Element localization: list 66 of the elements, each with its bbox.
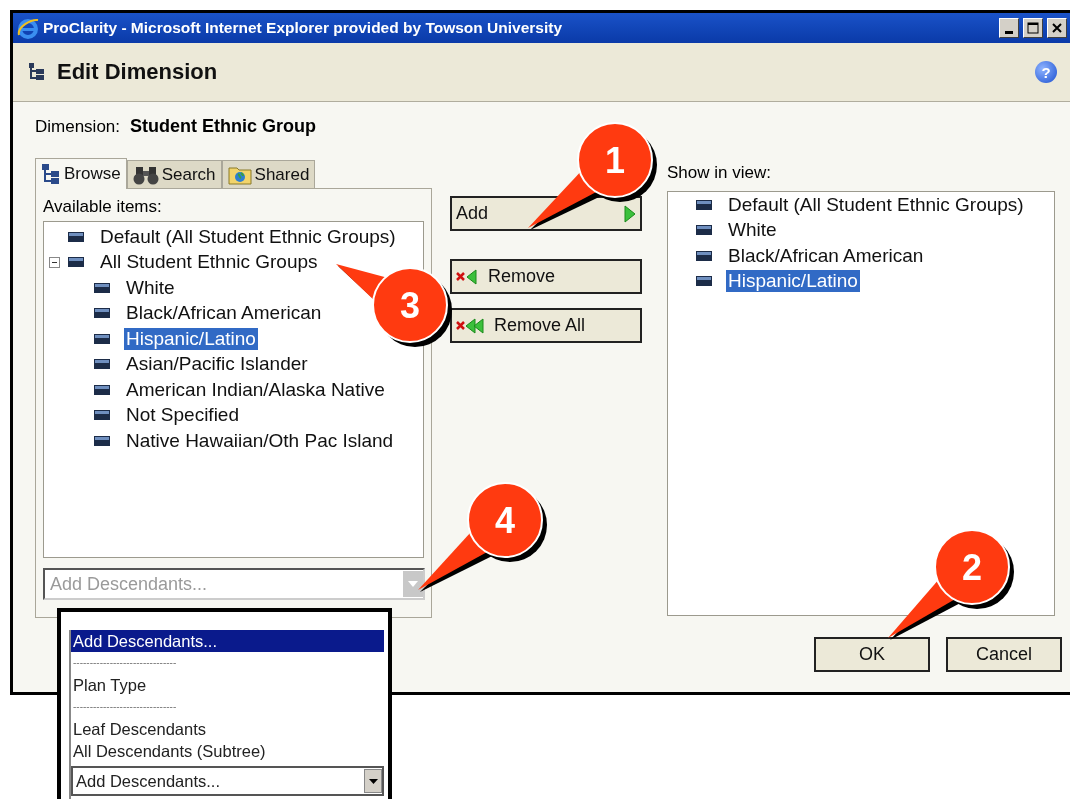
tab[interactable]: Browse — [35, 158, 127, 189]
caret-icon — [408, 581, 418, 587]
member-icon — [68, 231, 84, 242]
list-item[interactable]: Black/African American — [726, 244, 926, 267]
remove-icon — [456, 268, 478, 285]
maximize-button[interactable] — [1023, 18, 1043, 38]
dropdown-option[interactable]: All Descendants (Subtree) — [71, 740, 384, 762]
dimension-name: Student Ethnic Group — [130, 116, 317, 137]
tree-item[interactable]: American Indian/Alaska Native — [124, 378, 387, 401]
member-icon — [94, 333, 110, 344]
tree-item[interactable]: All Student Ethnic Groups — [98, 251, 320, 274]
member-icon — [94, 308, 110, 319]
right-arrow-icon — [624, 204, 636, 223]
window-title: ProClarity - Microsoft Internet Explorer provided by Towson University — [43, 19, 564, 37]
tree-item[interactable]: Black/African American — [124, 302, 324, 325]
dimension-label: Dimension: — [35, 117, 121, 137]
descendants-dropdown[interactable]: Add Descendants... — [71, 766, 384, 796]
close-button[interactable] — [1047, 18, 1067, 38]
tree-item[interactable]: Asian/Pacific Islander — [124, 353, 310, 376]
folder-globe-icon — [227, 164, 252, 185]
available-items-label: Available items: — [43, 197, 163, 218]
hierarchy-icon — [29, 63, 45, 81]
tree-item[interactable]: Native Hawaiian/Oth Pac Island — [124, 429, 396, 452]
list-item[interactable]: Hispanic/Latino — [726, 270, 860, 293]
member-icon — [68, 257, 84, 268]
dialog-title: Edit Dimension — [57, 59, 219, 85]
tab[interactable]: Search — [126, 160, 222, 188]
maximize-icon — [1027, 22, 1039, 34]
tab[interactable]: Shared — [221, 160, 316, 188]
ok-button[interactable]: OK — [814, 637, 930, 672]
minimize-button[interactable] — [999, 18, 1019, 38]
separator-option[interactable]: ------------------------------- — [71, 652, 384, 674]
hierarchy-icon — [41, 163, 61, 185]
member-icon — [94, 435, 110, 446]
member-icon — [696, 225, 712, 236]
caret-icon — [368, 778, 378, 784]
member-icon — [696, 199, 712, 210]
remove-all-button[interactable]: Remove All — [450, 308, 642, 343]
close-icon — [1051, 22, 1063, 34]
separator-option[interactable]: ------------------------------- — [71, 696, 384, 718]
show-in-view-label: Show in view: — [667, 163, 772, 183]
cancel-button[interactable]: Cancel — [946, 637, 1062, 672]
member-icon — [696, 276, 712, 287]
tree-item[interactable]: White — [124, 276, 177, 299]
minimize-icon — [1005, 30, 1013, 34]
member-icon — [696, 250, 712, 261]
remove-button[interactable]: Remove — [450, 259, 642, 294]
member-icon — [94, 410, 110, 421]
collapse-toggle[interactable] — [49, 256, 60, 268]
tree-item[interactable]: Default (All Student Ethnic Groups) — [98, 225, 398, 248]
callout-badge: 4 — [418, 482, 547, 592]
list-item[interactable]: Default (All Student Ethnic Groups) — [726, 193, 1026, 216]
member-icon — [94, 282, 110, 293]
tree-item[interactable]: Hispanic/Latino — [124, 327, 258, 350]
callout-badge: 2 — [888, 529, 1014, 640]
member-icon — [94, 359, 110, 370]
remove-all-icon — [456, 317, 484, 334]
dropdown-option[interactable]: Add Descendants... — [71, 630, 384, 652]
list-item[interactable]: White — [726, 219, 779, 242]
binoculars-icon — [132, 164, 159, 185]
browser-logo-icon — [17, 17, 39, 39]
dropdown-option[interactable]: Plan Type — [71, 674, 384, 696]
tree-item[interactable]: Not Specified — [124, 404, 241, 427]
callout-badge: 1 — [528, 122, 657, 230]
member-icon — [94, 384, 110, 395]
dropdown-option[interactable]: Leaf Descendants — [71, 718, 384, 740]
